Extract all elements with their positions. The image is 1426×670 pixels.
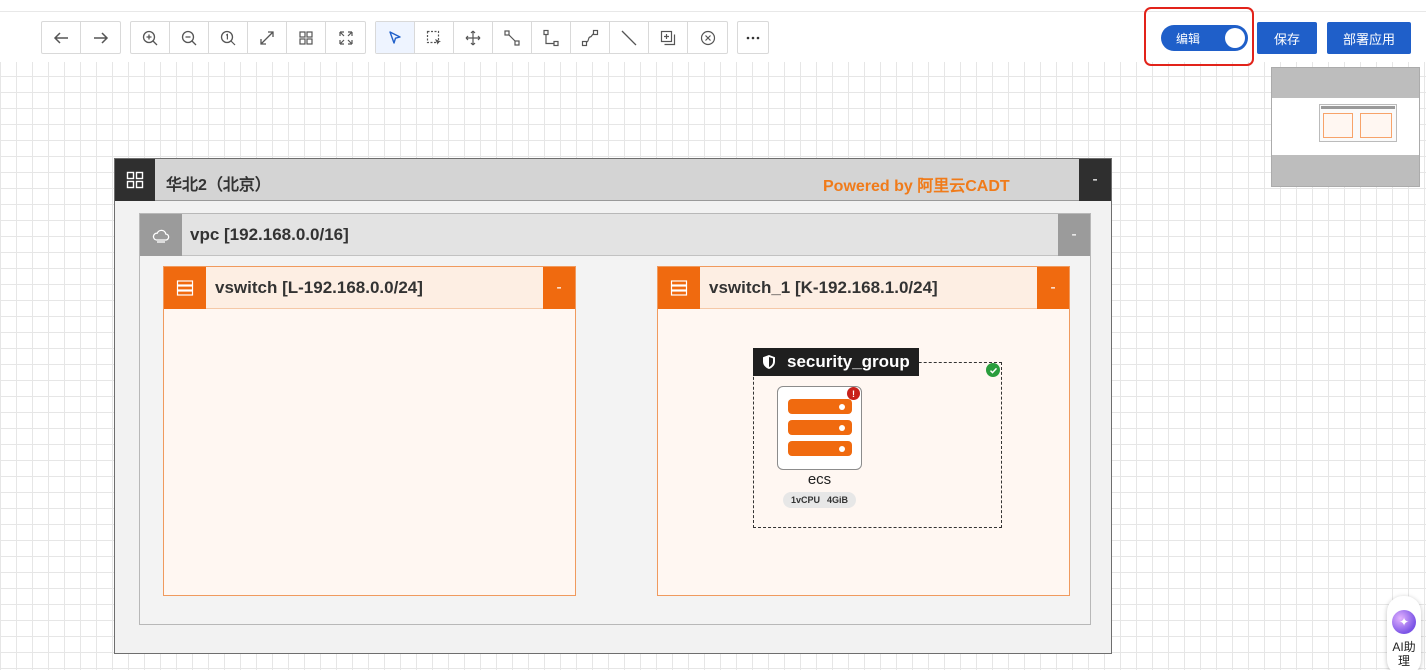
alert-icon[interactable]: ! <box>847 387 860 400</box>
vswitch-header[interactable]: vswitch [L-192.168.0.0/24] - <box>164 267 575 309</box>
toggle-knob <box>1225 28 1245 48</box>
elbow-connector-button[interactable] <box>532 22 571 53</box>
shield-icon <box>763 355 775 369</box>
region-icon <box>115 159 155 201</box>
zoom-in-icon <box>142 30 158 45</box>
vswitch-title: vswitch [L-192.168.0.0/24] <box>215 278 423 297</box>
ecs-name: ecs <box>807 471 832 488</box>
undo-icon <box>53 31 68 44</box>
vpc-title: vpc [192.168.0.0/16] <box>190 225 349 244</box>
line-button[interactable] <box>610 22 649 53</box>
vswitch-collapse-button[interactable]: - <box>543 267 575 309</box>
region-header[interactable]: 华北2（北京） Powered by 阿里云CADT - <box>115 159 1111 201</box>
redo-icon <box>93 31 108 44</box>
minimap-region <box>1319 104 1397 142</box>
copy-icon <box>660 30 676 45</box>
ecs-memory: 4GiB <box>827 495 849 505</box>
fit-icon <box>260 30 274 45</box>
pointer-button[interactable] <box>376 22 415 53</box>
save-button[interactable]: 保存 <box>1257 22 1317 54</box>
check-icon <box>986 363 1000 377</box>
zoom-in-button[interactable] <box>131 22 170 53</box>
curve-connector-icon <box>581 29 599 46</box>
minimap-viewport[interactable] <box>1272 98 1419 155</box>
region-title: 华北2（北京） <box>166 177 271 194</box>
history-toolbar <box>41 21 121 54</box>
redo-button[interactable] <box>81 22 120 53</box>
sparkle-icon: ✦ <box>1392 610 1416 634</box>
minimap-vswitch <box>1323 113 1353 138</box>
zoom-out-button[interactable] <box>170 22 209 53</box>
deploy-button[interactable]: 部署应用 <box>1327 22 1411 54</box>
minimap-vswitch-1 <box>1360 113 1392 138</box>
server-icon-bar-3 <box>788 441 852 456</box>
minimap-region-header <box>1321 106 1395 109</box>
undo-button[interactable] <box>42 22 81 53</box>
vswitch-container[interactable]: vswitch [L-192.168.0.0/24] - <box>163 266 576 596</box>
pan-button[interactable] <box>454 22 493 53</box>
ai-assistant-button[interactable]: ✦ AI助理 <box>1387 596 1421 670</box>
expand-icon <box>338 30 353 45</box>
minimap[interactable] <box>1271 67 1420 187</box>
actual-size-icon <box>220 30 236 45</box>
zoom-out-icon <box>181 30 197 45</box>
grid-button[interactable] <box>287 22 326 53</box>
vswitch-1-header[interactable]: vswitch_1 [K-192.168.1.0/24] - <box>658 267 1069 309</box>
expand-button[interactable] <box>326 22 365 53</box>
pan-icon <box>465 30 481 45</box>
edit-toggle[interactable]: 编辑 <box>1161 25 1248 51</box>
grid-icon <box>299 30 313 45</box>
vswitch-1-icon <box>658 267 700 309</box>
more-toolbar <box>737 21 769 54</box>
line-icon <box>621 30 637 45</box>
marquee-select-button[interactable] <box>415 22 454 53</box>
marquee-select-icon <box>426 30 441 45</box>
elbow-connector-icon <box>543 29 559 46</box>
delete-icon <box>700 30 715 45</box>
powered-by-label: Powered by 阿里云CADT <box>823 178 1010 195</box>
edit-toggle-label: 编辑 <box>1176 31 1201 46</box>
ecs-cpu: 1vCPU <box>790 495 820 505</box>
ai-assistant-label: AI助理 <box>1392 640 1416 668</box>
delete-button[interactable] <box>688 22 727 53</box>
vswitch-1-collapse-button[interactable]: - <box>1037 267 1069 309</box>
actual-size-button[interactable] <box>209 22 248 53</box>
server-icon <box>788 399 852 414</box>
security-group-title: security_group <box>787 352 910 371</box>
region-collapse-button[interactable]: - <box>1079 159 1111 201</box>
vpc-header[interactable]: vpc [192.168.0.0/16] - <box>140 214 1090 256</box>
vswitch-icon <box>164 267 206 309</box>
server-icon-bar-2 <box>788 420 852 435</box>
cloud-icon <box>140 214 182 256</box>
connector-button[interactable] <box>493 22 532 53</box>
security-group-label[interactable]: security_group <box>753 348 919 376</box>
more-button[interactable] <box>738 22 768 53</box>
curve-connector-button[interactable] <box>571 22 610 53</box>
connector-icon <box>504 29 520 46</box>
vpc-collapse-button[interactable]: - <box>1058 214 1090 256</box>
drawing-toolbar <box>375 21 728 54</box>
more-icon <box>746 36 760 39</box>
pointer-icon <box>389 30 401 44</box>
vswitch-1-title: vswitch_1 [K-192.168.1.0/24] <box>709 278 938 297</box>
view-toolbar <box>130 21 366 54</box>
fit-button[interactable] <box>248 22 287 53</box>
ecs-spec-badge: 1vCPU 4GiB <box>783 492 856 508</box>
copy-button[interactable] <box>649 22 688 53</box>
